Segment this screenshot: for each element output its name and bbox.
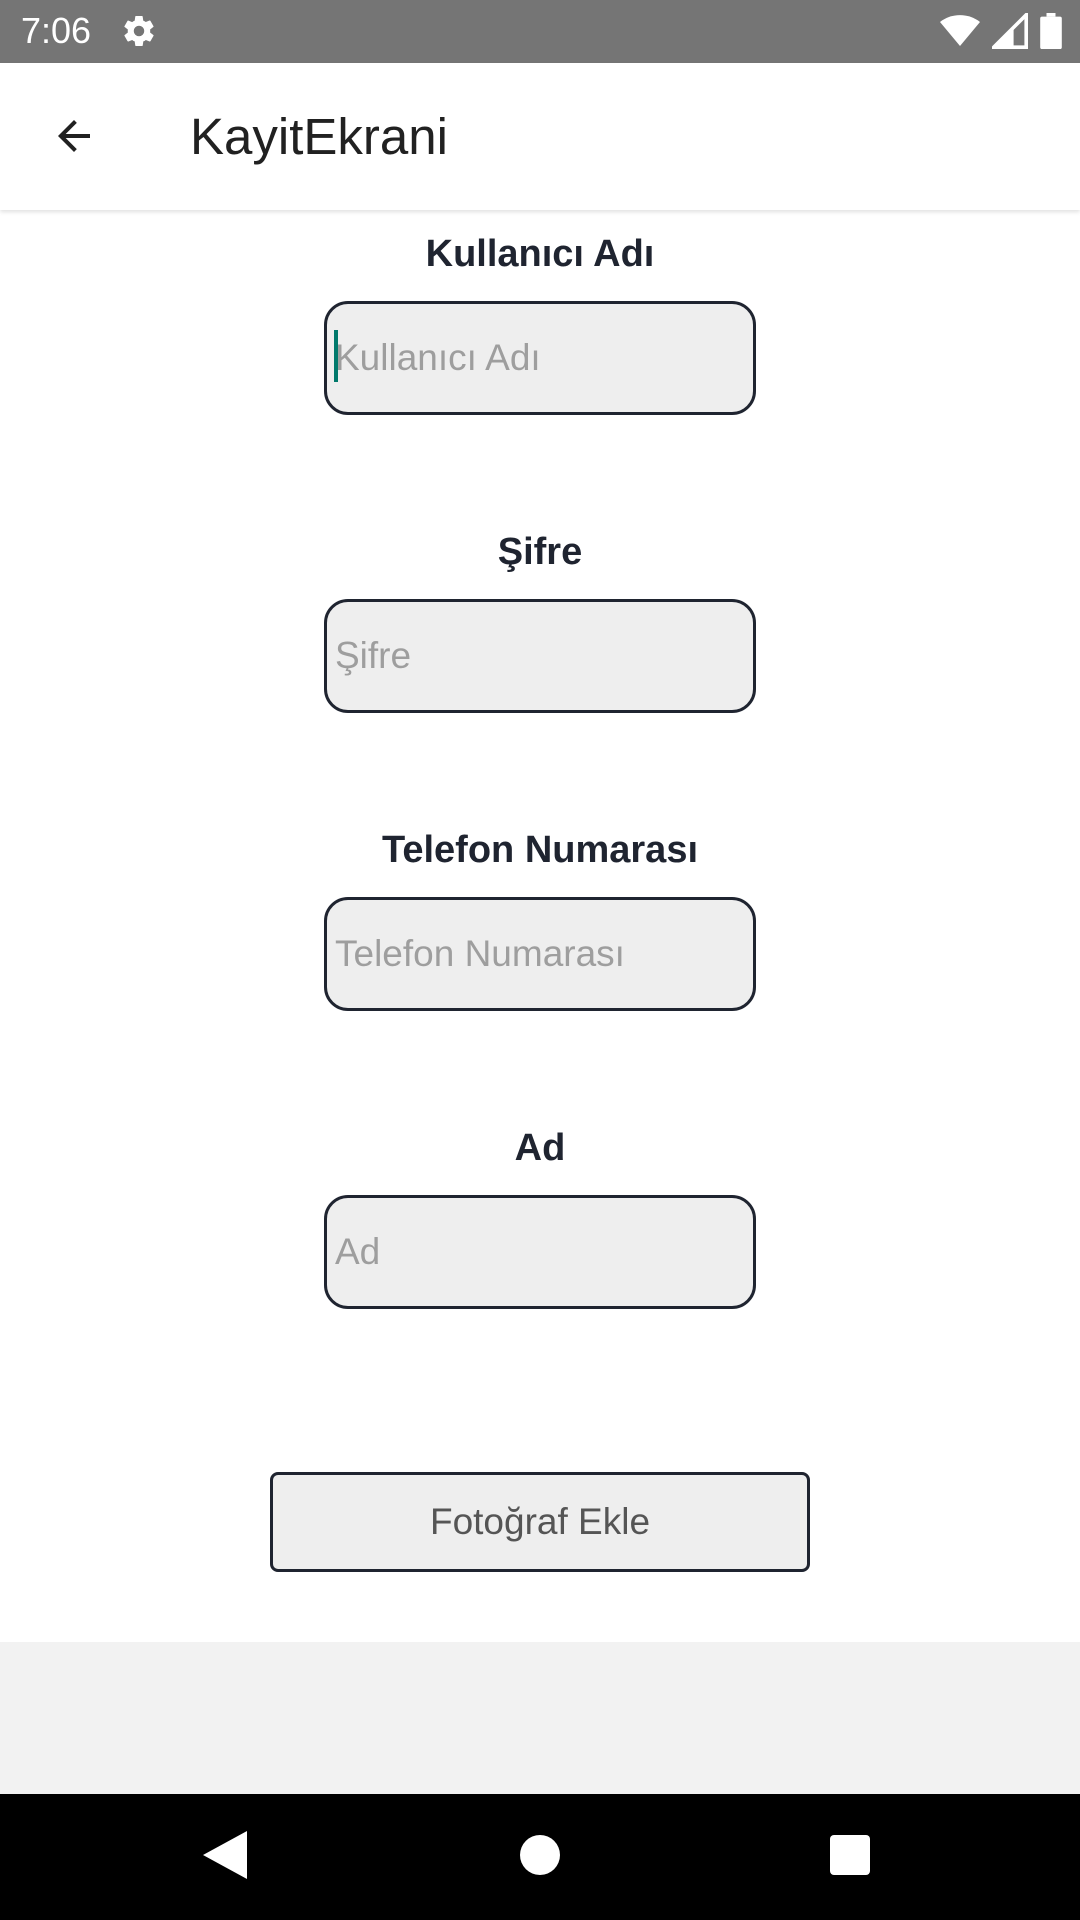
navigation-bar	[0, 1794, 1080, 1920]
nav-back-button[interactable]	[145, 1794, 305, 1920]
phone-label: Telefon Numarası	[381, 829, 699, 871]
bottom-area	[0, 1642, 1080, 1794]
nav-recents-button[interactable]	[770, 1794, 930, 1920]
name-label: Ad	[514, 1127, 566, 1169]
password-label: Şifre	[497, 531, 583, 573]
signal-icon	[989, 10, 1028, 54]
nav-home-button[interactable]	[460, 1794, 620, 1920]
wifi-icon	[940, 13, 980, 54]
status-icons	[940, 10, 1062, 54]
add-photo-button[interactable]: Fotoğraf Ekle	[270, 1472, 810, 1572]
status-time: 7:06	[21, 10, 92, 51]
screen: 7:06 KayitEkrani Kullanıcı Adı Kullanıcı…	[0, 0, 1080, 1920]
status-bar: 7:06	[0, 0, 1080, 63]
battery-icon	[1040, 13, 1062, 54]
app-bar: KayitEkrani	[0, 63, 1080, 210]
password-input[interactable]	[324, 599, 756, 713]
back-button[interactable]	[34, 103, 114, 173]
recents-square-icon	[830, 1834, 870, 1880]
name-input[interactable]	[324, 1195, 756, 1309]
username-label: Kullanıcı Adı	[425, 233, 655, 275]
phone-input[interactable]	[324, 897, 756, 1011]
gear-icon	[121, 13, 157, 49]
username-input[interactable]	[324, 301, 756, 415]
text-cursor	[334, 330, 338, 382]
arrow-back-icon	[50, 112, 98, 165]
home-circle-icon	[520, 1834, 560, 1880]
page-title: KayitEkrani	[190, 108, 448, 165]
back-triangle-icon	[203, 1830, 247, 1884]
